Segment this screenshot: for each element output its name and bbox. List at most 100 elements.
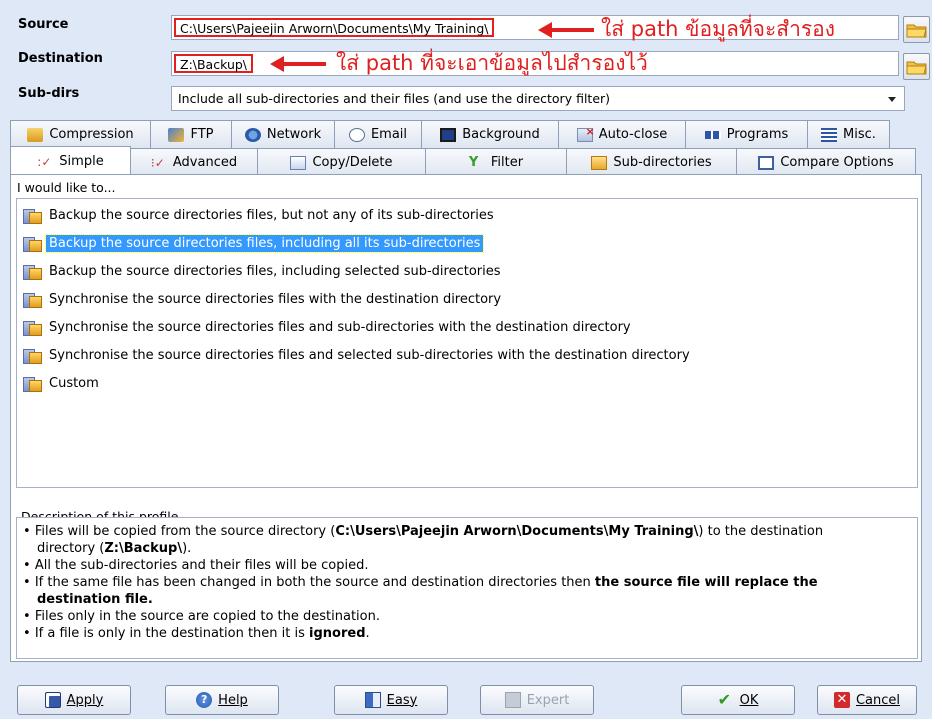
tab-row-bottom: :✓ Simple ⁝✓ Advanced Copy/Delete Y Filt… <box>10 146 916 176</box>
tab-ftp[interactable]: FTP <box>150 120 232 148</box>
sync-icon <box>22 318 42 336</box>
auto-close-icon: × <box>576 125 595 142</box>
tab-label: Simple <box>59 154 104 169</box>
tab-label: Sub-directories <box>613 155 712 170</box>
tab-misc[interactable]: Misc. <box>807 120 890 148</box>
sync-icon <box>22 290 42 308</box>
list-item-label: Synchronise the source directories files… <box>49 319 631 335</box>
tab-label: Misc. <box>843 127 876 142</box>
list-item-label: Backup the source directories files, but… <box>49 207 494 223</box>
description-line: • Files only in the source are copied to… <box>23 609 380 624</box>
tab-auto-close[interactable]: × Auto-close <box>558 120 686 148</box>
subdirs-label: Sub-dirs <box>18 86 80 101</box>
apply-button[interactable]: Apply <box>17 685 131 715</box>
tab-programs[interactable]: Programs <box>685 120 808 148</box>
tab-simple[interactable]: :✓ Simple <box>10 146 131 176</box>
description-line: destination file. <box>37 592 153 607</box>
expert-button[interactable]: Expert <box>480 685 594 715</box>
source-annotation: ใส่ path ข้อมูลที่จะสำรอง <box>601 17 836 41</box>
list-item-selected[interactable]: Backup the source directories files, inc… <box>22 232 485 254</box>
sync-icon <box>22 346 42 364</box>
tab-row-top: Compression FTP Network Email Background… <box>10 120 890 148</box>
options-listbox[interactable]: Backup the source directories files, but… <box>16 198 918 488</box>
save-icon <box>44 692 61 708</box>
compression-icon <box>27 127 44 142</box>
close-icon: ✕ <box>833 692 850 708</box>
expert-icon <box>504 692 521 708</box>
source-annotation-arrow <box>538 22 594 38</box>
subdirs-select-value: Include all sub-directories and their fi… <box>178 91 611 106</box>
list-item[interactable]: Synchronise the source directories files… <box>22 316 634 338</box>
programs-icon <box>704 130 721 139</box>
tab-label: Compare Options <box>780 155 894 170</box>
help-button-label: Help <box>218 692 248 708</box>
tab-label: Copy/Delete <box>312 155 393 170</box>
destination-path-value: Z:\Backup\ <box>174 54 254 73</box>
destination-annotation: ใส่ path ที่จะเอาข้อมูลไปสำรองไว้ <box>336 51 648 75</box>
tab-filter[interactable]: Y Filter <box>425 148 567 176</box>
ftp-icon <box>168 127 185 142</box>
list-item[interactable]: Synchronise the source directories files… <box>22 288 504 310</box>
tab-sub-directories[interactable]: Sub-directories <box>566 148 737 176</box>
easy-button[interactable]: Easy <box>334 685 448 715</box>
list-item-label: Backup the source directories files, inc… <box>49 263 501 279</box>
tab-label: Auto-close <box>598 127 668 142</box>
destination-browse-button[interactable] <box>903 53 930 80</box>
tab-email[interactable]: Email <box>334 120 422 148</box>
list-item[interactable]: Synchronise the source directories files… <box>22 344 693 366</box>
source-browse-button[interactable] <box>903 16 930 43</box>
easy-button-label: Easy <box>386 692 418 708</box>
sub-directories-icon <box>591 155 608 170</box>
destination-label: Destination <box>18 51 103 66</box>
description-line: • All the sub-directories and their file… <box>23 558 369 573</box>
tab-label: Filter <box>490 155 524 170</box>
ok-button-label: OK <box>739 692 759 708</box>
description-line: • If the same file has been changed in b… <box>23 575 818 590</box>
list-item[interactable]: Custom <box>22 372 102 394</box>
cancel-button-label: Cancel <box>855 692 901 708</box>
list-item[interactable]: Backup the source directories files, inc… <box>22 260 504 282</box>
backup-icon <box>22 262 42 280</box>
folder-icon <box>906 24 927 38</box>
tab-label: Compression <box>49 127 134 142</box>
backup-icon <box>22 234 42 252</box>
folder-icon <box>906 61 927 75</box>
tab-network[interactable]: Network <box>231 120 335 148</box>
list-item[interactable]: Backup the source directories files, but… <box>22 204 497 226</box>
background-icon <box>440 127 457 142</box>
chevron-down-icon <box>888 97 896 102</box>
ok-button[interactable]: ✔ OK <box>681 685 795 715</box>
help-icon: ? <box>196 692 213 708</box>
list-item-label: Custom <box>49 375 99 391</box>
profile-description: • Files will be copied from the source d… <box>16 517 918 659</box>
email-icon <box>348 127 365 142</box>
easy-icon <box>364 692 381 708</box>
tab-background[interactable]: Background <box>421 120 559 148</box>
tab-compression[interactable]: Compression <box>10 120 151 148</box>
tab-compare-options[interactable]: Compare Options <box>736 148 916 176</box>
advanced-icon: ⁝✓ <box>150 155 165 170</box>
compare-options-icon <box>758 155 775 170</box>
tab-label: Programs <box>726 127 789 142</box>
description-line: directory (Z:\Backup\). <box>37 541 192 556</box>
list-item-label: Synchronise the source directories files… <box>49 291 502 307</box>
description-line: • Files will be copied from the source d… <box>23 524 824 539</box>
tab-label: FTP <box>190 127 214 142</box>
network-icon <box>244 127 261 142</box>
filter-icon: Y <box>468 154 479 170</box>
help-button[interactable]: ? Help <box>165 685 279 715</box>
subdirs-select[interactable]: Include all sub-directories and their fi… <box>171 86 905 111</box>
expert-button-label: Expert <box>526 692 570 708</box>
destination-annotation-arrow <box>270 56 326 72</box>
apply-button-label: Apply <box>66 692 104 708</box>
simple-tab-panel: I would like to... Backup the source dir… <box>10 174 922 662</box>
tab-label: Email <box>370 127 408 142</box>
tab-label: Background <box>462 127 540 142</box>
tab-label: Advanced <box>172 155 238 170</box>
tab-advanced[interactable]: ⁝✓ Advanced <box>130 148 258 176</box>
simple-icon: :✓ <box>37 154 52 169</box>
list-item-label: Backup the source directories files, inc… <box>44 233 485 253</box>
tab-copy-delete[interactable]: Copy/Delete <box>257 148 426 176</box>
checkmark-icon: ✔ <box>717 690 732 709</box>
cancel-button[interactable]: ✕ Cancel <box>817 685 917 715</box>
